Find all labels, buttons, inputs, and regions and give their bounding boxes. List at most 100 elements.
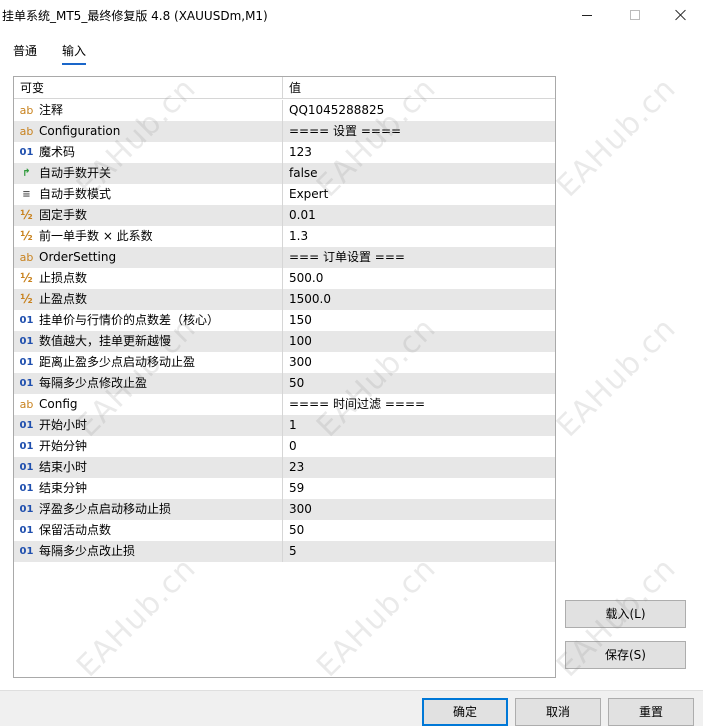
param-value-cell[interactable]: 59 [283, 478, 555, 499]
tab-common[interactable]: 普通 [13, 42, 37, 63]
minimize-icon [582, 14, 592, 16]
table-row[interactable]: ½ 止盈点数 1500.0 [14, 289, 555, 310]
param-value-cell[interactable]: 5 [283, 541, 555, 562]
table-row[interactable]: ab Configuration ==== 设置 ==== [14, 121, 555, 142]
table-row[interactable]: ab 注释 QQ1045288825 [14, 100, 555, 121]
tab-inputs[interactable]: 输入 [62, 42, 87, 65]
watermark: EAHub.cn [550, 310, 684, 445]
integer-param-icon: 01 [19, 462, 34, 473]
table-row[interactable]: 01 保留活动点数 50 [14, 520, 555, 541]
param-name: 止损点数 [39, 271, 88, 285]
param-name-cell: ½ 止盈点数 [14, 289, 283, 310]
param-name: 前一单手数 × 此系数 [39, 229, 153, 243]
load-button[interactable]: 载入(L) [565, 600, 686, 628]
integer-param-icon: 01 [19, 357, 34, 368]
param-name-cell: ½ 止损点数 [14, 268, 283, 289]
integer-param-icon: 01 [19, 315, 34, 326]
param-name-cell: 01 结束分钟 [14, 478, 283, 499]
ok-button[interactable]: 确定 [422, 698, 508, 726]
table-row[interactable]: 01 魔术码 123 [14, 142, 555, 163]
table-row[interactable]: 01 挂单价与行情价的点数差（核心） 150 [14, 310, 555, 331]
param-value-cell[interactable]: 300 [283, 352, 555, 373]
param-value-cell[interactable]: ==== 时间过滤 ==== [283, 394, 555, 415]
param-value-cell[interactable]: 23 [283, 457, 555, 478]
param-value-cell[interactable]: 123 [283, 142, 555, 163]
param-value-cell[interactable]: 0 [283, 436, 555, 457]
param-value-cell[interactable]: 1.3 [283, 226, 555, 247]
table-row[interactable]: 01 结束小时 23 [14, 457, 555, 478]
tab-bar: 普通 输入 [0, 36, 703, 66]
param-name-cell: 01 保留活动点数 [14, 520, 283, 541]
param-name-cell: 01 数值越大，挂单更新越慢 [14, 331, 283, 352]
double-param-icon: ½ [20, 292, 33, 306]
maximize-icon [630, 10, 640, 20]
param-value-cell[interactable]: 150 [283, 310, 555, 331]
table-row[interactable]: ≡ 自动手数模式 Expert [14, 184, 555, 205]
param-name-cell: 01 魔术码 [14, 142, 283, 163]
integer-param-icon: 01 [19, 420, 34, 431]
text-param-icon: ab [19, 125, 34, 138]
integer-param-icon: 01 [19, 441, 34, 452]
table-row[interactable]: 01 数值越大，挂单更新越慢 100 [14, 331, 555, 352]
table-row[interactable]: ½ 前一单手数 × 此系数 1.3 [14, 226, 555, 247]
close-icon [675, 9, 687, 21]
param-name-cell: ½ 固定手数 [14, 205, 283, 226]
double-param-icon: ½ [20, 271, 33, 285]
param-name: 注释 [39, 103, 64, 117]
inputs-grid: 可变 值 ab 注释 QQ1045288825 ab Configuration ====… [13, 76, 556, 678]
table-row[interactable]: 01 开始分钟 0 [14, 436, 555, 457]
param-value-cell[interactable]: 1 [283, 415, 555, 436]
param-name-cell: ½ 前一单手数 × 此系数 [14, 226, 283, 247]
param-value-cell[interactable]: 1500.0 [283, 289, 555, 310]
param-name: 结束分钟 [39, 481, 88, 495]
column-header-variable[interactable]: 可变 [14, 77, 283, 99]
save-button[interactable]: 保存(S) [565, 641, 686, 669]
param-value-cell[interactable]: 100 [283, 331, 555, 352]
param-name-cell: 01 结束小时 [14, 457, 283, 478]
param-value-cell[interactable]: 50 [283, 373, 555, 394]
table-row[interactable]: ½ 固定手数 0.01 [14, 205, 555, 226]
param-value-cell[interactable]: false [283, 163, 555, 184]
table-row[interactable]: 01 结束分钟 59 [14, 478, 555, 499]
param-name: 自动手数模式 [39, 187, 112, 201]
param-name: 自动手数开关 [39, 166, 112, 180]
reset-button[interactable]: 重置 [608, 698, 694, 726]
param-name-cell: 01 距离止盈多少点启动移动止盈 [14, 352, 283, 373]
param-name: 开始小时 [39, 418, 88, 432]
param-value-cell[interactable]: 0.01 [283, 205, 555, 226]
table-row[interactable]: 01 每隔多少点修改止盈 50 [14, 373, 555, 394]
close-button[interactable] [658, 0, 703, 30]
param-value-cell[interactable]: ==== 设置 ==== [283, 121, 555, 142]
maximize-button[interactable] [612, 0, 658, 30]
table-row[interactable]: ab Config ==== 时间过滤 ==== [14, 394, 555, 415]
param-name: Config [39, 397, 78, 411]
column-header-value[interactable]: 值 [283, 77, 555, 99]
integer-param-icon: 01 [19, 483, 34, 494]
param-value-cell[interactable]: 500.0 [283, 268, 555, 289]
table-row[interactable]: 01 每隔多少点改止损 5 [14, 541, 555, 562]
table-row[interactable]: 01 距离止盈多少点启动移动止盈 300 [14, 352, 555, 373]
param-value-cell[interactable]: Expert [283, 184, 555, 205]
param-name-cell: ab Config [14, 394, 283, 415]
table-row[interactable]: ↱ 自动手数开关 false [14, 163, 555, 184]
table-row[interactable]: ab OrderSetting === 订单设置 === [14, 247, 555, 268]
param-value-cell[interactable]: 300 [283, 499, 555, 520]
grid-rows: ab 注释 QQ1045288825 ab Configuration ==== 设置 =… [14, 100, 555, 562]
integer-param-icon: 01 [19, 378, 34, 389]
text-param-icon: ab [19, 251, 34, 264]
param-value-cell[interactable]: QQ1045288825 [283, 100, 555, 121]
cancel-button[interactable]: 取消 [515, 698, 601, 726]
minimize-button[interactable] [564, 0, 610, 30]
param-value-cell[interactable]: === 订单设置 === [283, 247, 555, 268]
param-name: 固定手数 [39, 208, 88, 222]
table-row[interactable]: 01 开始小时 1 [14, 415, 555, 436]
table-row[interactable]: ½ 止损点数 500.0 [14, 268, 555, 289]
param-value-cell[interactable]: 50 [283, 520, 555, 541]
title-bar: 挂单系统_MT5_最终修复版 4.8 (XAUUSDm,M1) [0, 0, 703, 30]
param-name-cell: ≡ 自动手数模式 [14, 184, 283, 205]
double-param-icon: ½ [20, 208, 33, 222]
param-name-cell: 01 每隔多少点改止损 [14, 541, 283, 562]
param-name: 魔术码 [39, 145, 76, 159]
table-row[interactable]: 01 浮盈多少点启动移动止损 300 [14, 499, 555, 520]
text-param-icon: ab [19, 104, 34, 117]
